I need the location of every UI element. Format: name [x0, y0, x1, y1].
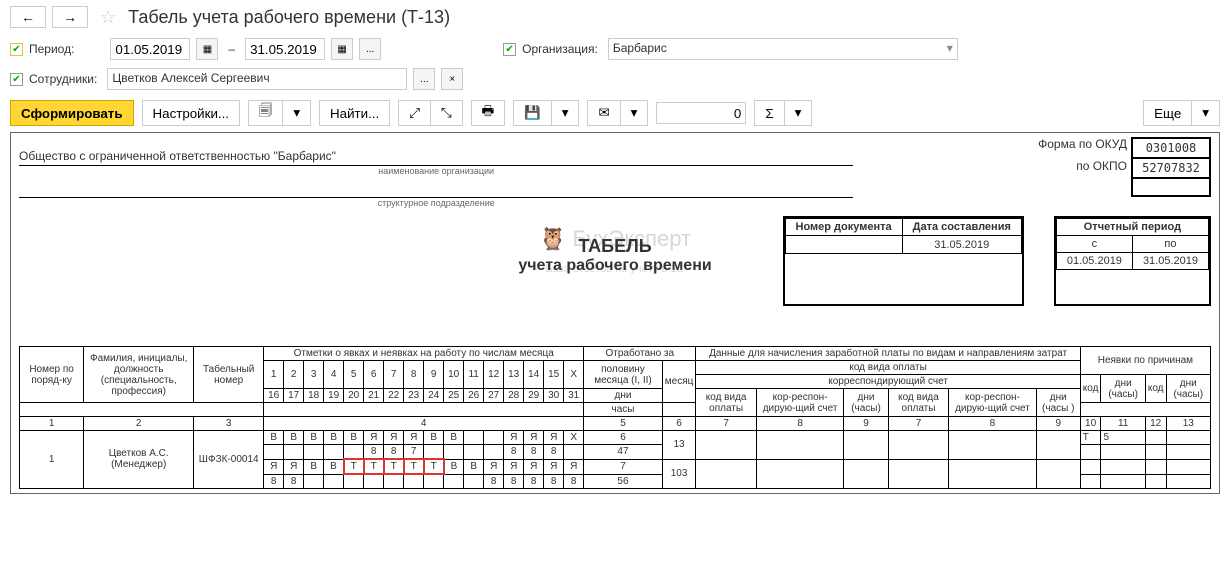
period-label: Период:	[29, 42, 74, 56]
calendar-from-button[interactable]: ▦	[196, 38, 218, 60]
period-select-button[interactable]: ...	[359, 38, 381, 60]
back-button[interactable]: ←	[10, 6, 46, 28]
collapse-button[interactable]: ⤡	[431, 100, 463, 126]
date-to-input[interactable]	[245, 38, 325, 60]
doc-num-box: Номер документаДата составления 31.05.20…	[783, 216, 1024, 306]
emp-clear-button[interactable]: ×	[441, 68, 463, 90]
okud-label: Форма по ОКУД	[1038, 137, 1131, 159]
sigma-button[interactable]: Σ	[754, 100, 784, 126]
forward-button[interactable]: →	[52, 6, 88, 28]
org-label: Организация:	[522, 42, 598, 56]
save-button[interactable]: 💾	[513, 100, 552, 126]
more-dropdown[interactable]: ▾	[1192, 100, 1220, 126]
period-box: Отчетный период спо 01.05.201931.05.2019	[1054, 216, 1211, 306]
dash: –	[228, 42, 235, 56]
timesheet-table: Номер по поряд-ку Фамилия, инициалы, дол…	[19, 346, 1211, 489]
okud-value: 0301008	[1131, 137, 1211, 159]
email-dropdown[interactable]: ▾	[621, 100, 649, 126]
generate-button[interactable]: Сформировать	[10, 100, 134, 126]
variants-button[interactable]: 🗐	[248, 100, 283, 126]
sum-input[interactable]	[656, 102, 746, 124]
page-title: Табель учета рабочего времени (Т-13)	[128, 7, 450, 28]
print-button[interactable]: 🖶	[471, 100, 506, 126]
org-sub-label: наименование организации	[19, 166, 853, 176]
calendar-to-button[interactable]: ▦	[331, 38, 353, 60]
emp-label: Сотрудники:	[29, 72, 97, 86]
report-area: Форма по ОКУД 0301008 по ОКПО 52707832 О…	[10, 132, 1220, 494]
star-icon[interactable]: ☆	[100, 7, 116, 28]
dropdown-icon: ▾	[947, 41, 953, 57]
period-checkbox[interactable]: ✔	[10, 43, 23, 56]
report-subtitle: учета рабочего времени	[518, 257, 711, 275]
settings-button[interactable]: Настройки...	[142, 100, 240, 126]
org-checkbox[interactable]: ✔	[503, 43, 516, 56]
expand-button[interactable]: ⤢	[398, 100, 431, 126]
email-button[interactable]: ✉	[587, 100, 620, 126]
okpo-empty	[1131, 179, 1211, 197]
okpo-label: по ОКПО	[1038, 159, 1131, 179]
date-from-input[interactable]	[110, 38, 190, 60]
more-button[interactable]: Еще	[1143, 100, 1192, 126]
save-dropdown[interactable]: ▾	[552, 100, 580, 126]
okpo-value: 52707832	[1131, 159, 1211, 179]
struct-line	[19, 184, 853, 198]
report-title: ТАБЕЛЬ	[518, 236, 711, 257]
sigma-dropdown[interactable]: ▾	[785, 100, 813, 126]
struct-sub-label: структурное подразделение	[19, 198, 853, 208]
emp-checkbox[interactable]: ✔	[10, 73, 23, 86]
find-button[interactable]: Найти...	[319, 100, 390, 126]
emp-select-button[interactable]: ...	[413, 68, 435, 90]
variants-dropdown[interactable]: ▾	[283, 100, 311, 126]
org-input[interactable]: Барбарис▾	[608, 38, 958, 60]
emp-input[interactable]: Цветков Алексей Сергеевич	[107, 68, 407, 90]
org-full-name: Общество с ограниченной ответственностью…	[19, 147, 853, 166]
